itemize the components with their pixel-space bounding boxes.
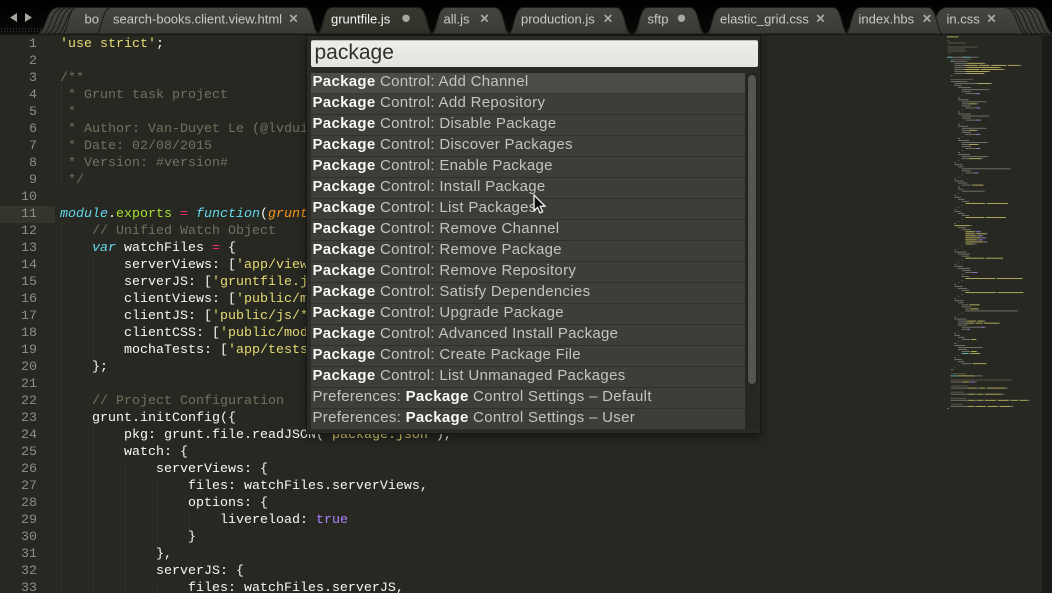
svg-text:bo: bo <box>85 12 99 27</box>
svg-text:gruntfile.js: gruntfile.js <box>331 12 391 27</box>
svg-text:in.css: in.css <box>947 12 981 27</box>
svg-text:index.hbs: index.hbs <box>859 12 915 27</box>
svg-text:production.js: production.js <box>521 12 595 27</box>
svg-text:sftp: sftp <box>648 12 669 27</box>
svg-text:elastic_grid.css: elastic_grid.css <box>720 12 809 27</box>
svg-text:all.js: all.js <box>444 12 471 27</box>
svg-text:search-books.client.view.html: search-books.client.view.html <box>113 12 282 27</box>
